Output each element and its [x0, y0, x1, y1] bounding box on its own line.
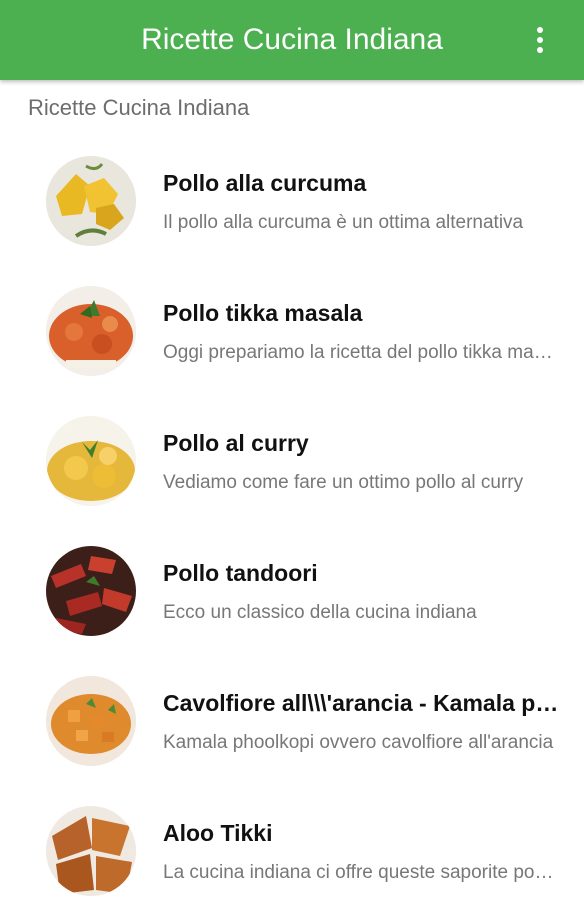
recipe-item[interactable]: Pollo alla curcuma Il pollo alla curcuma… — [0, 140, 584, 270]
recipe-title: Pollo tandoori — [163, 560, 318, 586]
app-bar: Ricette Cucina Indiana — [0, 0, 584, 80]
more-vert-icon[interactable] — [534, 24, 546, 56]
recipe-thumbnail — [46, 156, 136, 246]
recipe-description: Il pollo alla curcuma è un ottima altern… — [163, 212, 524, 233]
recipe-title: Pollo tikka masala — [163, 300, 363, 326]
recipe-description: Ecco un classico della cucina indiana — [163, 602, 477, 623]
recipe-item[interactable]: Aloo Tikki La cucina indiana ci offre qu… — [0, 790, 584, 920]
recipe-description: Oggi prepariamo la ricetta del pollo tik… — [163, 342, 555, 363]
recipe-item[interactable]: Pollo tikka masala Oggi prepariamo la ri… — [0, 270, 584, 400]
recipe-item[interactable]: Pollo al curry Vediamo come fare un otti… — [0, 400, 584, 530]
recipe-list: Pollo alla curcuma Il pollo alla curcuma… — [0, 140, 584, 920]
recipe-thumbnail — [46, 676, 136, 766]
recipe-thumbnail — [46, 286, 136, 376]
section-header: Ricette Cucina Indiana — [28, 95, 250, 120]
recipe-title: Pollo al curry — [163, 430, 309, 456]
recipe-thumbnail — [46, 806, 136, 896]
recipe-thumbnail — [46, 416, 136, 506]
recipe-description: Vediamo come fare un ottimo pollo al cur… — [163, 472, 524, 493]
recipe-description: Kamala phoolkopi ovvero cavolfiore all'a… — [163, 732, 554, 753]
recipe-thumbnail — [46, 546, 136, 636]
app-title: Ricette Cucina Indiana — [141, 23, 443, 56]
recipe-title: Cavolfiore all\\\'arancia - Kamala phool… — [163, 690, 563, 716]
recipe-item[interactable]: Cavolfiore all\\\'arancia - Kamala phool… — [0, 660, 584, 790]
recipe-item[interactable]: Pollo tandoori Ecco un classico della cu… — [0, 530, 584, 660]
recipe-description: La cucina indiana ci offre queste sapori… — [163, 862, 555, 883]
recipe-title: Pollo alla curcuma — [163, 170, 367, 196]
recipe-title: Aloo Tikki — [163, 820, 273, 846]
